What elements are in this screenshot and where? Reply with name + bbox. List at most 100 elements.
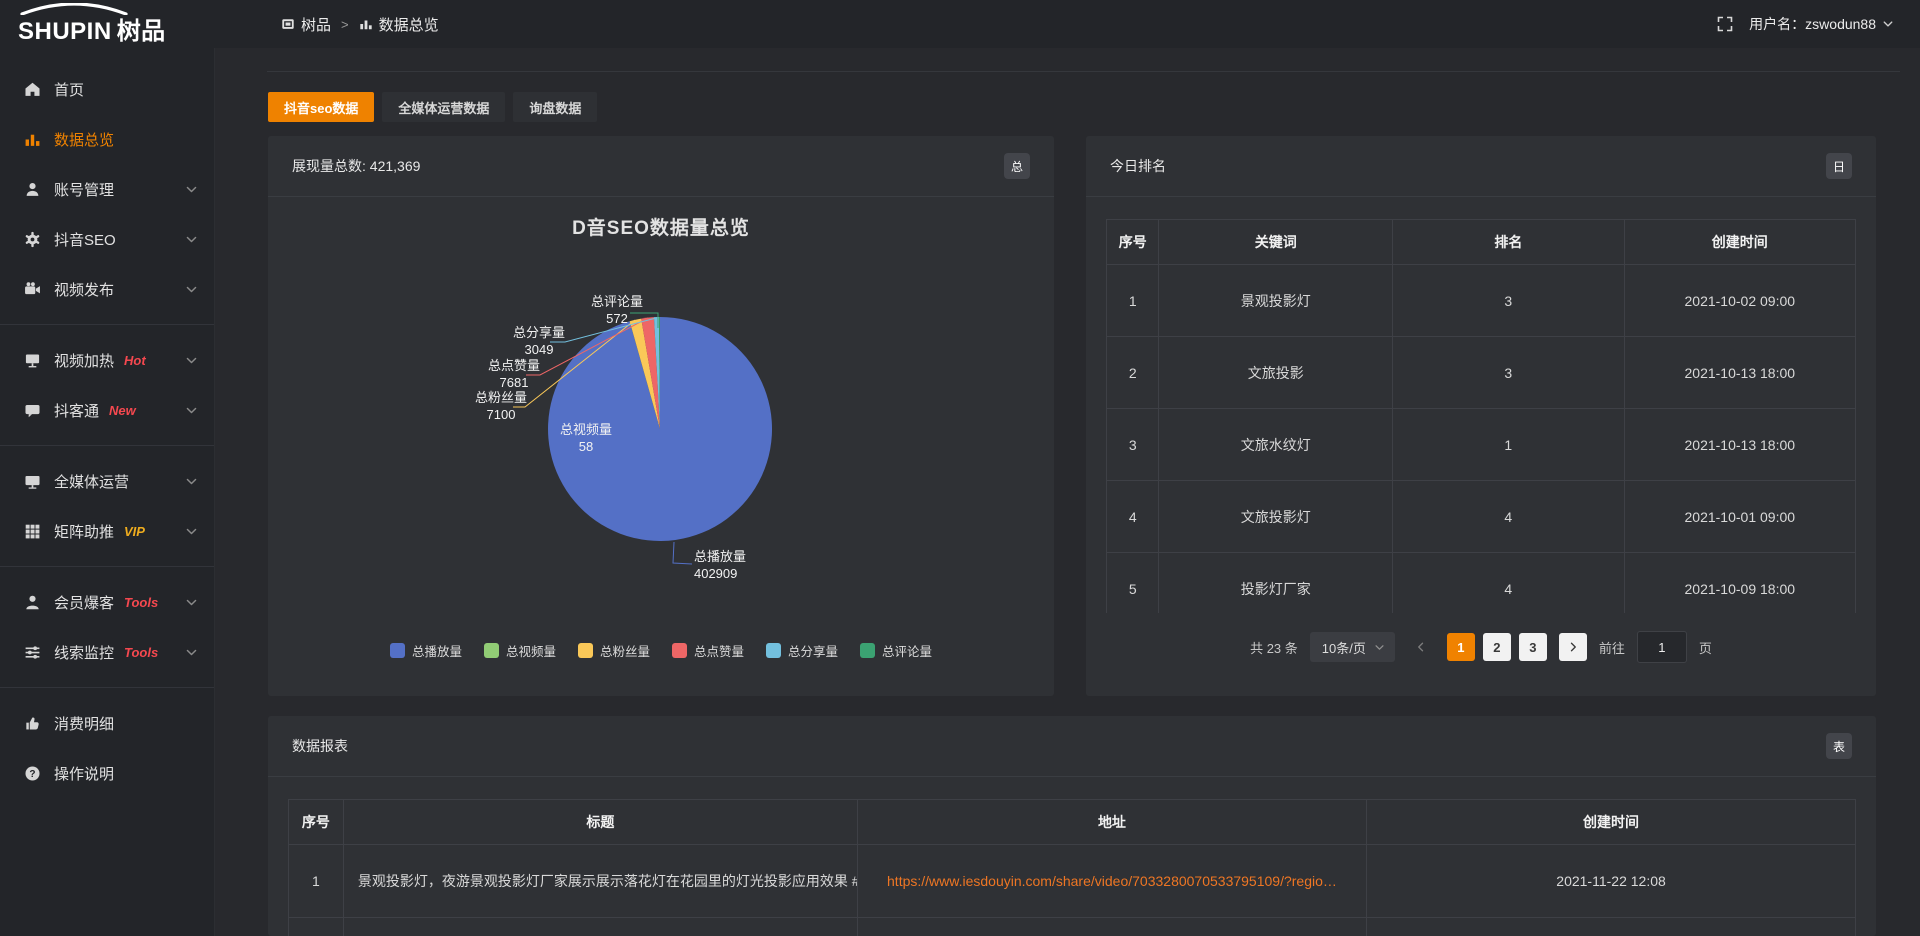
sidebar-item-label: 视频发布 <box>54 279 114 300</box>
person-icon <box>24 594 41 611</box>
table-row: 5投影灯厂家42021-10-09 18:00 <box>1107 553 1856 614</box>
table-header-row: 序号标题地址创建时间 <box>289 800 1856 845</box>
sidebar-divider <box>0 445 214 446</box>
gear-icon <box>24 231 41 248</box>
video-camera-icon <box>24 281 41 298</box>
sidebar-item-account-manage[interactable]: 账号管理 <box>0 164 214 214</box>
legend-swatch <box>484 643 499 658</box>
sidebar-item-member-burst[interactable]: 会员爆客Tools <box>0 577 214 627</box>
logo-text-cn: 树品 <box>117 18 166 45</box>
sidebar-item-video-heat[interactable]: 视频加热 Hot <box>0 335 214 385</box>
thumbs-up-icon <box>24 715 41 732</box>
report-panel-title: 数据报表 <box>292 736 348 756</box>
user-icon <box>24 181 41 198</box>
chevron-down-icon <box>185 475 198 488</box>
sidebar-item-data-overview[interactable]: 数据总览 <box>0 114 214 164</box>
pie-label-shares: 总分享量3049 <box>513 325 565 359</box>
column-header: 创建时间 <box>1624 220 1855 265</box>
sidebar-item-label: 线索监控 <box>54 642 114 663</box>
legend-item-4[interactable]: 总分享量 <box>766 641 838 660</box>
sidebar-item-label: 操作说明 <box>54 763 114 784</box>
sidebar-item-label: 消费明细 <box>54 713 114 734</box>
report-table-body: 1景观投影灯，夜游景观投影灯厂家展示展示落花灯在花园里的灯光投影应用效果 #ht… <box>289 845 1856 936</box>
sidebar-item-label: 全媒体运营 <box>54 471 129 492</box>
pie-label-fans: 总粉丝量7100 <box>475 390 527 424</box>
sidebar-item-doukitong[interactable]: 抖客通New <box>0 385 214 435</box>
chat-icon <box>24 402 41 419</box>
goto-label: 前往 <box>1599 638 1625 657</box>
column-header: 排名 <box>1393 220 1624 265</box>
chevron-down-icon <box>185 233 198 246</box>
tab-2[interactable]: 询盘数据 <box>513 92 597 122</box>
app-logo: SHUPIN树品 <box>0 0 215 48</box>
breadcrumb-current: 数据总览 <box>359 14 439 35</box>
report-time-cell: 2021-11-22 12:08 <box>1367 845 1856 918</box>
overview-badge-button[interactable]: 总 <box>1004 153 1030 179</box>
sidebar-item-home[interactable]: 首页 <box>0 64 214 114</box>
tab-1[interactable]: 全媒体运营数据 <box>382 92 505 122</box>
goto-unit-label: 页 <box>1699 638 1712 657</box>
page-button-1[interactable]: 1 <box>1447 633 1475 661</box>
next-page-button[interactable] <box>1559 633 1587 661</box>
sidebar-item-matrix-boost[interactable]: 矩阵助推VIP <box>0 506 214 556</box>
bar-chart-icon <box>24 131 41 148</box>
overview-panel: 展现量总数: 421,369 总 D音SEO数据量总览 总播放量402909 总… <box>268 136 1054 696</box>
sidebar-item-label: 视频加热 <box>54 350 114 371</box>
breadcrumb-root[interactable]: 树品 <box>281 14 331 35</box>
chevron-down-icon <box>185 596 198 609</box>
data-source-tabs: 抖音seo数据全媒体运营数据询盘数据 <box>268 92 597 122</box>
top-right-area: 用户名：zswodun88 <box>1717 14 1920 34</box>
column-header: 序号 <box>1107 220 1159 265</box>
report-badge-button[interactable]: 表 <box>1826 733 1852 759</box>
prev-page-button[interactable] <box>1407 633 1435 661</box>
sidebar-item-douyin-seo[interactable]: 抖音SEO <box>0 214 214 264</box>
sidebar-item-label: 抖客通 <box>54 400 99 421</box>
pie-label-play: 总播放量402909 <box>694 549 746 583</box>
goto-page-input[interactable] <box>1637 631 1687 663</box>
report-url-link[interactable]: https://www.iesdouyin.com/share/video/70… <box>887 873 1337 889</box>
sidebar-divider <box>0 566 214 567</box>
page-button-3[interactable]: 3 <box>1519 633 1547 661</box>
legend-item-0[interactable]: 总播放量 <box>390 641 462 660</box>
breadcrumb-separator: > <box>341 17 349 32</box>
sidebar-item-video-publish[interactable]: 视频发布 <box>0 264 214 314</box>
legend-item-5[interactable]: 总评论量 <box>860 641 932 660</box>
logo-text-en: SHUPIN <box>18 18 112 45</box>
report-title-cell: 景观投影灯，夜游景观投影灯厂家展示展示落花灯在花园里的灯光投影应用效果 # <box>343 845 857 918</box>
pie-chart-area: D音SEO数据量总览 总播放量402909 总视频量58 总粉丝量7100 总点… <box>268 197 1054 697</box>
tab-0[interactable]: 抖音seo数据 <box>268 92 374 122</box>
sidebar: 首页数据总览账号管理抖音SEO 视频发布视频加热 Hot 抖客通New 全媒体运营矩阵助… <box>0 48 215 936</box>
breadcrumb: 树品 > 数据总览 <box>281 14 439 35</box>
table-row: 1景观投影灯32021-10-02 09:00 <box>1107 265 1856 337</box>
legend-swatch <box>578 643 593 658</box>
chevron-left-icon <box>1415 641 1427 653</box>
column-header: 地址 <box>857 800 1366 845</box>
user-menu[interactable]: 用户名：zswodun88 <box>1749 14 1894 34</box>
sidebar-item-media-operation[interactable]: 全媒体运营 <box>0 456 214 506</box>
table-row: 1景观投影灯，夜游景观投影灯厂家展示展示落花灯在花园里的灯光投影应用效果 #ht… <box>289 845 1856 918</box>
page-buttons: 123 <box>1447 633 1547 661</box>
sidebar-item-consume-detail[interactable]: 消费明细 <box>0 698 214 748</box>
header-divider <box>267 71 1900 72</box>
legend-item-2[interactable]: 总粉丝量 <box>578 641 650 660</box>
username-label: 用户名：zswodun88 <box>1749 14 1876 34</box>
legend-item-3[interactable]: 总点赞量 <box>672 641 744 660</box>
window-icon <box>281 17 295 31</box>
grid-icon <box>24 523 41 540</box>
page-button-2[interactable]: 2 <box>1483 633 1511 661</box>
top-bar: SHUPIN树品 树品 > 数据总览 用户名：zswodun88 <box>0 0 1920 48</box>
fullscreen-icon[interactable] <box>1717 16 1733 32</box>
pie-label-line <box>673 542 692 564</box>
sidebar-item-badge: Hot <box>124 353 146 368</box>
ranking-badge-button[interactable]: 日 <box>1826 153 1852 179</box>
sidebar-item-label: 会员爆客 <box>54 592 114 613</box>
help-icon: ? <box>24 765 41 782</box>
page-size-select[interactable]: 10条/页 <box>1310 632 1395 662</box>
sidebar-item-clue-monitor[interactable]: 线索监控Tools <box>0 627 214 677</box>
legend-item-1[interactable]: 总视频量 <box>484 641 556 660</box>
legend-swatch <box>860 643 875 658</box>
sidebar-item-manual[interactable]: ? 操作说明 <box>0 748 214 798</box>
sidebar-item-label: 矩阵助推 <box>54 521 114 542</box>
chevron-down-icon <box>185 646 198 659</box>
column-header: 序号 <box>289 800 344 845</box>
